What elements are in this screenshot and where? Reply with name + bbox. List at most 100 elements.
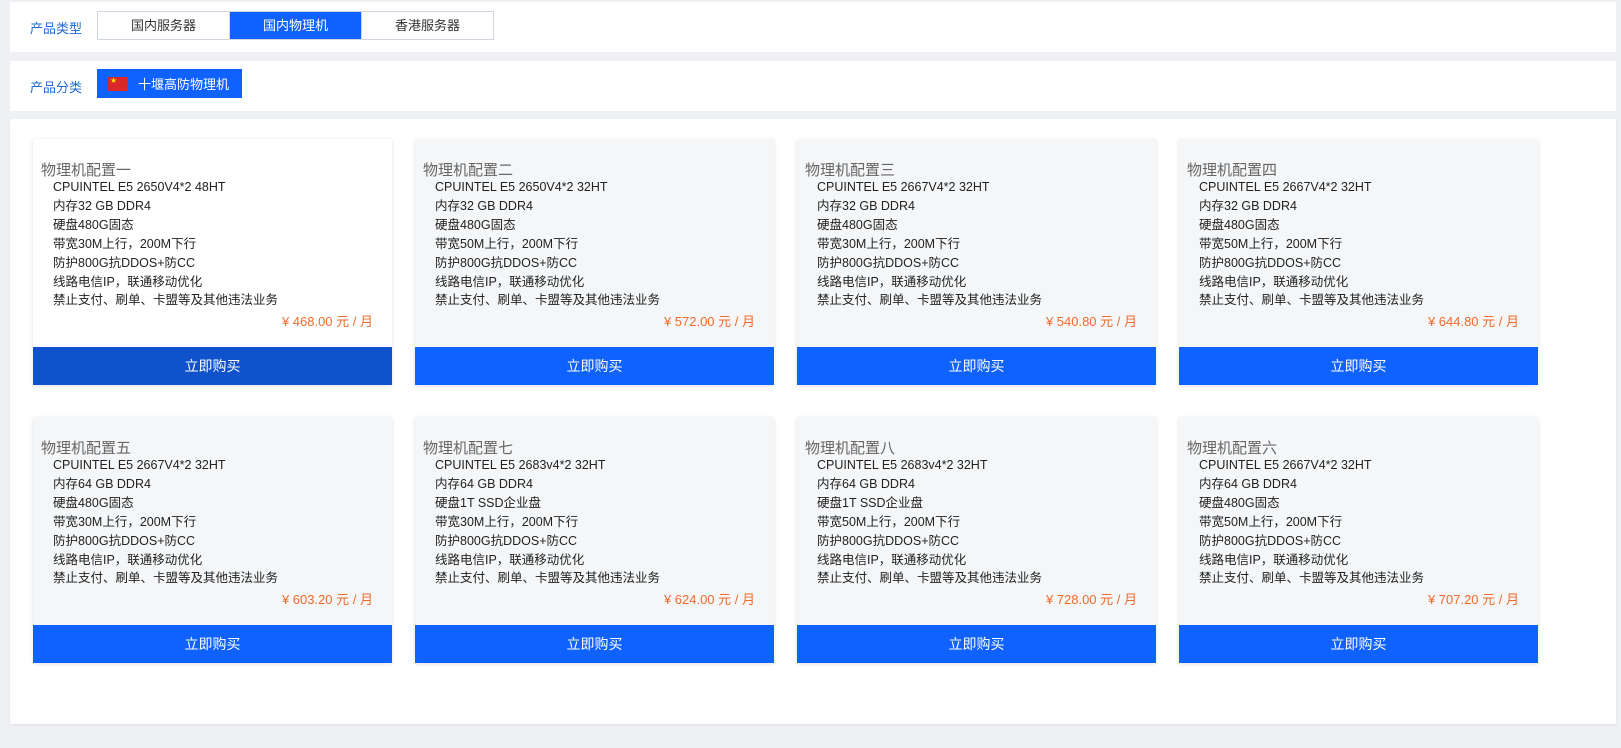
spec-item: 禁止支付、刷单、卡盟等及其他违法业务 <box>435 293 661 308</box>
spec-list: CPUINTEL E5 2667V4*2 32HT 内存32 GB DDR4 硬盘4… <box>817 178 1042 310</box>
spec-item: 防护800G抗DDOS+防CC <box>435 255 578 270</box>
buy-now-button[interactable]: 立即购买 <box>415 347 774 385</box>
spec-item: 线路电信IP，联通移动优化 <box>435 274 585 289</box>
card-title: 物理机配置七 <box>423 440 514 457</box>
spec-item: 硬盘1T SSD企业盘 <box>435 495 542 510</box>
spec-item: CPUINTEL E5 2667V4*2 32HT <box>817 180 990 194</box>
product-card: 物理机配置一 CPUINTEL E5 2650V4*2 48HT 内存32 GB … <box>33 139 392 385</box>
category-button-label: 十堰高防物理机 <box>138 77 230 92</box>
card-title: 物理机配置五 <box>41 440 132 457</box>
spec-item: 禁止支付、刷单、卡盟等及其他违法业务 <box>435 571 661 586</box>
product-card: 物理机配置六 CPUINTEL E5 2667V4*2 32HT 内存64 GB … <box>1179 417 1538 663</box>
spec-item: 带宽30M上行，200M下行 <box>817 236 961 251</box>
spec-item: 内存64 GB DDR4 <box>817 476 915 491</box>
category-button-shiyan[interactable]: ★ 十堰高防物理机 <box>97 69 243 98</box>
spec-item: 带宽50M上行，200M下行 <box>817 514 961 529</box>
spec-item: 禁止支付、刷单、卡盟等及其他违法业务 <box>1199 293 1425 308</box>
spec-item: 线路电信IP，联通移动优化 <box>53 274 203 289</box>
spec-item: 线路电信IP，联通移动优化 <box>817 552 967 567</box>
spec-item: CPUINTEL E5 2667V4*2 32HT <box>1199 458 1372 472</box>
spec-item: 防护800G抗DDOS+防CC <box>53 533 196 548</box>
spec-item: 禁止支付、刷单、卡盟等及其他违法业务 <box>817 571 1043 586</box>
card-title: 物理机配置四 <box>1187 162 1278 179</box>
buy-now-button[interactable]: 立即购买 <box>797 625 1156 663</box>
spec-item: 带宽30M上行，200M下行 <box>53 514 197 529</box>
spec-item: 内存64 GB DDR4 <box>53 476 151 491</box>
spec-list: CPUINTEL E5 2667V4*2 32HT 内存64 GB DDR4 硬盘4… <box>53 456 278 588</box>
spec-item: 带宽30M上行，200M下行 <box>435 514 579 529</box>
spec-item: CPUINTEL E5 2683v4*2 32HT <box>435 458 606 472</box>
product-type-tabs: 国内服务器 国内物理机 香港服务器 <box>97 11 494 40</box>
spec-item: 带宽50M上行，200M下行 <box>1199 514 1343 529</box>
product-category-bar: 产品分类 ★ 十堰高防物理机 <box>10 61 1616 111</box>
spec-item: 内存32 GB DDR4 <box>53 198 151 213</box>
spec-item: 硬盘480G固态 <box>53 495 134 510</box>
spec-item: 防护800G抗DDOS+防CC <box>435 533 578 548</box>
spec-item: 防护800G抗DDOS+防CC <box>817 533 960 548</box>
price-label: ¥ 572.00 元 / 月 <box>663 314 755 329</box>
buy-now-button[interactable]: 立即购买 <box>33 625 392 663</box>
price-label: ¥ 624.00 元 / 月 <box>663 592 755 607</box>
spec-item: 硬盘1T SSD企业盘 <box>817 495 924 510</box>
spec-item: 硬盘480G固态 <box>53 217 134 232</box>
buy-now-button[interactable]: 立即购买 <box>1179 625 1538 663</box>
spec-list: CPUINTEL E5 2650V4*2 32HT 内存32 GB DDR4 硬盘4… <box>435 178 660 310</box>
card-title: 物理机配置三 <box>805 162 896 179</box>
card-title: 物理机配置八 <box>805 440 896 457</box>
spec-item: 防护800G抗DDOS+防CC <box>817 255 960 270</box>
spec-list: CPUINTEL E5 2683v4*2 32HT 内存64 GB DDR4 硬盘1… <box>817 456 1042 588</box>
spec-item: 禁止支付、刷单、卡盟等及其他违法业务 <box>53 293 279 308</box>
spec-list: CPUINTEL E5 2667V4*2 32HT 内存64 GB DDR4 硬盘4… <box>1199 456 1424 588</box>
spec-list: CPUINTEL E5 2650V4*2 48HT 内存32 GB DDR4 硬盘4… <box>53 178 278 310</box>
product-card: 物理机配置八 CPUINTEL E5 2683v4*2 32HT 内存64 GB … <box>797 417 1156 663</box>
spec-item: 内存32 GB DDR4 <box>435 198 533 213</box>
product-type-bar: 产品类型 国内服务器 国内物理机 香港服务器 <box>10 2 1616 52</box>
spec-list: CPUINTEL E5 2683v4*2 32HT 内存64 GB DDR4 硬盘1… <box>435 456 660 588</box>
buy-now-button[interactable]: 立即购买 <box>1179 347 1538 385</box>
spec-item: 防护800G抗DDOS+防CC <box>53 255 196 270</box>
spec-item: 线路电信IP，联通移动优化 <box>1199 552 1349 567</box>
product-list-panel: 物理机配置一 CPUINTEL E5 2650V4*2 48HT 内存32 GB … <box>10 119 1616 724</box>
product-type-label: 产品类型 <box>30 21 83 36</box>
spec-item: 线路电信IP，联通移动优化 <box>53 552 203 567</box>
product-card: 物理机配置二 CPUINTEL E5 2650V4*2 32HT 内存32 GB … <box>415 139 774 385</box>
product-category-label: 产品分类 <box>30 80 83 95</box>
buy-now-button[interactable]: 立即购买 <box>33 347 392 385</box>
spec-list: CPUINTEL E5 2667V4*2 32HT 内存32 GB DDR4 硬盘4… <box>1199 178 1424 310</box>
spec-item: CPUINTEL E5 2650V4*2 48HT <box>53 180 226 194</box>
spec-item: 硬盘480G固态 <box>1199 495 1280 510</box>
spec-item: 带宽50M上行，200M下行 <box>435 236 579 251</box>
tab-domestic-server[interactable]: 国内服务器 <box>98 12 230 39</box>
spec-item: 禁止支付、刷单、卡盟等及其他违法业务 <box>1199 571 1425 586</box>
spec-item: 内存32 GB DDR4 <box>817 198 915 213</box>
price-label: ¥ 468.00 元 / 月 <box>281 314 373 329</box>
spec-item: 硬盘480G固态 <box>435 217 516 232</box>
tab-hongkong-server[interactable]: 香港服务器 <box>362 12 493 39</box>
spec-item: CPUINTEL E5 2667V4*2 32HT <box>1199 180 1372 194</box>
spec-item: 禁止支付、刷单、卡盟等及其他违法业务 <box>53 571 279 586</box>
spec-item: CPUINTEL E5 2650V4*2 32HT <box>435 180 608 194</box>
spec-item: 内存64 GB DDR4 <box>1199 476 1297 491</box>
price-label: ¥ 728.00 元 / 月 <box>1045 592 1137 607</box>
product-card: 物理机配置七 CPUINTEL E5 2683v4*2 32HT 内存64 GB … <box>415 417 774 663</box>
buy-now-button[interactable]: 立即购买 <box>797 347 1156 385</box>
tab-domestic-physical[interactable]: 国内物理机 <box>230 12 362 39</box>
price-label: ¥ 644.80 元 / 月 <box>1427 314 1519 329</box>
product-card: 物理机配置四 CPUINTEL E5 2667V4*2 32HT 内存32 GB … <box>1179 139 1538 385</box>
spec-item: 硬盘480G固态 <box>817 217 898 232</box>
buy-now-button[interactable]: 立即购买 <box>415 625 774 663</box>
spec-item: 禁止支付、刷单、卡盟等及其他违法业务 <box>817 293 1043 308</box>
spec-item: 带宽50M上行，200M下行 <box>1199 236 1343 251</box>
price-label: ¥ 603.20 元 / 月 <box>281 592 373 607</box>
spec-item: 防护800G抗DDOS+防CC <box>1199 255 1342 270</box>
spec-item: 内存64 GB DDR4 <box>435 476 533 491</box>
spec-item: 线路电信IP，联通移动优化 <box>435 552 585 567</box>
spec-item: CPUINTEL E5 2683v4*2 32HT <box>817 458 988 472</box>
spec-item: 带宽30M上行，200M下行 <box>53 236 197 251</box>
spec-item: CPUINTEL E5 2667V4*2 32HT <box>53 458 226 472</box>
card-title: 物理机配置二 <box>423 162 514 179</box>
price-label: ¥ 540.80 元 / 月 <box>1045 314 1137 329</box>
product-card: 物理机配置五 CPUINTEL E5 2667V4*2 32HT 内存64 GB … <box>33 417 392 663</box>
product-card-grid: 物理机配置一 CPUINTEL E5 2650V4*2 48HT 内存32 GB … <box>33 139 1538 663</box>
spec-item: 线路电信IP，联通移动优化 <box>1199 274 1349 289</box>
